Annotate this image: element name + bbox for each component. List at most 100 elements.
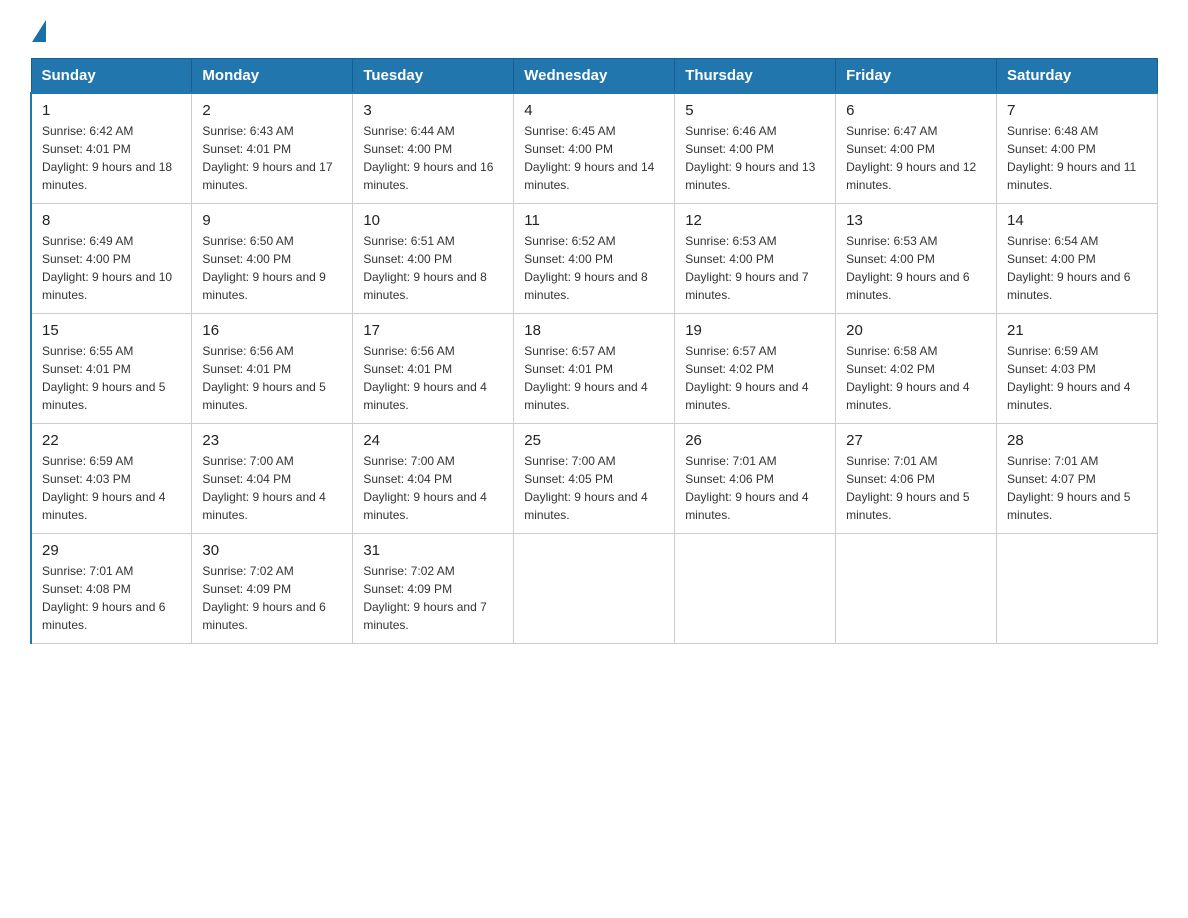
calendar-cell: 6Sunrise: 6:47 AMSunset: 4:00 PMDaylight… (836, 93, 997, 203)
calendar-cell: 3 Sunrise: 6:44 AMSunset: 4:00 PMDaylight… (353, 93, 514, 203)
day-number: 28 (1007, 432, 1147, 449)
day-number: 4 (524, 102, 664, 119)
day-info: Sunrise: 6:51 AMSunset: 4:00 PMDaylight:… (363, 232, 503, 304)
day-info: Sunrise: 6:44 AMSunset: 4:00 PMDaylight:… (363, 122, 503, 194)
day-info: Sunrise: 6:45 AMSunset: 4:00 PMDaylight:… (524, 122, 664, 194)
day-number: 1 (42, 102, 181, 119)
day-number: 15 (42, 322, 181, 339)
day-info: Sunrise: 7:02 AMSunset: 4:09 PMDaylight:… (202, 562, 342, 634)
calendar-cell: 31 Sunrise: 7:02 AMSunset: 4:09 PMDayligh… (353, 533, 514, 643)
day-number: 29 (42, 542, 181, 559)
calendar-cell: 17 Sunrise: 6:56 AMSunset: 4:01 PMDayligh… (353, 313, 514, 423)
day-header-friday: Friday (836, 59, 997, 94)
calendar-cell (836, 533, 997, 643)
day-info: Sunrise: 6:47 AMSunset: 4:00 PMDaylight:… (846, 122, 986, 194)
calendar-cell: 16Sunrise: 6:56 AMSunset: 4:01 PMDayligh… (192, 313, 353, 423)
calendar-cell: 30 Sunrise: 7:02 AMSunset: 4:09 PMDayligh… (192, 533, 353, 643)
day-number: 12 (685, 212, 825, 229)
day-number: 25 (524, 432, 664, 449)
day-number: 3 (363, 102, 503, 119)
day-number: 17 (363, 322, 503, 339)
calendar-cell: 14 Sunrise: 6:54 AMSunset: 4:00 PMDayligh… (997, 203, 1158, 313)
day-info: Sunrise: 6:53 AMSunset: 4:00 PMDaylight:… (685, 232, 825, 304)
calendar-cell: 27 Sunrise: 7:01 AMSunset: 4:06 PMDayligh… (836, 423, 997, 533)
day-info: Sunrise: 7:02 AMSunset: 4:09 PMDaylight:… (363, 562, 503, 634)
day-number: 18 (524, 322, 664, 339)
day-info: Sunrise: 6:53 AMSunset: 4:00 PMDaylight:… (846, 232, 986, 304)
calendar-cell: 20 Sunrise: 6:58 AMSunset: 4:02 PMDayligh… (836, 313, 997, 423)
calendar-week-row: 1Sunrise: 6:42 AMSunset: 4:01 PMDaylight… (31, 93, 1158, 203)
day-number: 31 (363, 542, 503, 559)
calendar-cell: 18 Sunrise: 6:57 AMSunset: 4:01 PMDayligh… (514, 313, 675, 423)
day-info: Sunrise: 6:59 AMSunset: 4:03 PMDaylight:… (1007, 342, 1147, 414)
day-info: Sunrise: 6:57 AMSunset: 4:02 PMDaylight:… (685, 342, 825, 414)
calendar-cell: 5Sunrise: 6:46 AMSunset: 4:00 PMDaylight… (675, 93, 836, 203)
day-number: 24 (363, 432, 503, 449)
day-info: Sunrise: 7:00 AMSunset: 4:05 PMDaylight:… (524, 452, 664, 524)
day-number: 7 (1007, 102, 1147, 119)
calendar-cell: 22Sunrise: 6:59 AMSunset: 4:03 PMDayligh… (31, 423, 192, 533)
day-info: Sunrise: 6:56 AMSunset: 4:01 PMDaylight:… (363, 342, 503, 414)
calendar-cell: 9 Sunrise: 6:50 AMSunset: 4:00 PMDaylight… (192, 203, 353, 313)
calendar-cell: 24 Sunrise: 7:00 AMSunset: 4:04 PMDayligh… (353, 423, 514, 533)
calendar-week-row: 8Sunrise: 6:49 AMSunset: 4:00 PMDaylight… (31, 203, 1158, 313)
calendar-cell: 8Sunrise: 6:49 AMSunset: 4:00 PMDaylight… (31, 203, 192, 313)
calendar-cell: 2Sunrise: 6:43 AMSunset: 4:01 PMDaylight… (192, 93, 353, 203)
day-number: 5 (685, 102, 825, 119)
day-info: Sunrise: 7:01 AMSunset: 4:06 PMDaylight:… (685, 452, 825, 524)
calendar-week-row: 15Sunrise: 6:55 AMSunset: 4:01 PMDayligh… (31, 313, 1158, 423)
calendar-week-row: 29 Sunrise: 7:01 AMSunset: 4:08 PMDayligh… (31, 533, 1158, 643)
logo-text (30, 20, 48, 42)
day-info: Sunrise: 6:58 AMSunset: 4:02 PMDaylight:… (846, 342, 986, 414)
calendar-cell: 1Sunrise: 6:42 AMSunset: 4:01 PMDaylight… (31, 93, 192, 203)
calendar-cell: 10Sunrise: 6:51 AMSunset: 4:00 PMDayligh… (353, 203, 514, 313)
calendar-cell: 19 Sunrise: 6:57 AMSunset: 4:02 PMDayligh… (675, 313, 836, 423)
calendar-table: SundayMondayTuesdayWednesdayThursdayFrid… (30, 58, 1158, 644)
day-info: Sunrise: 6:54 AMSunset: 4:00 PMDaylight:… (1007, 232, 1147, 304)
logo-triangle-icon (32, 20, 46, 42)
calendar-week-row: 22Sunrise: 6:59 AMSunset: 4:03 PMDayligh… (31, 423, 1158, 533)
calendar-cell: 29 Sunrise: 7:01 AMSunset: 4:08 PMDayligh… (31, 533, 192, 643)
calendar-cell: 28 Sunrise: 7:01 AMSunset: 4:07 PMDayligh… (997, 423, 1158, 533)
calendar-cell: 25 Sunrise: 7:00 AMSunset: 4:05 PMDayligh… (514, 423, 675, 533)
day-number: 19 (685, 322, 825, 339)
day-number: 16 (202, 322, 342, 339)
calendar-header-row: SundayMondayTuesdayWednesdayThursdayFrid… (31, 59, 1158, 94)
day-header-tuesday: Tuesday (353, 59, 514, 94)
day-info: Sunrise: 7:00 AMSunset: 4:04 PMDaylight:… (202, 452, 342, 524)
day-info: Sunrise: 6:50 AMSunset: 4:00 PMDaylight:… (202, 232, 342, 304)
day-number: 23 (202, 432, 342, 449)
day-header-thursday: Thursday (675, 59, 836, 94)
day-number: 13 (846, 212, 986, 229)
day-number: 21 (1007, 322, 1147, 339)
day-info: Sunrise: 6:57 AMSunset: 4:01 PMDaylight:… (524, 342, 664, 414)
day-info: Sunrise: 6:59 AMSunset: 4:03 PMDaylight:… (42, 452, 181, 524)
day-info: Sunrise: 7:00 AMSunset: 4:04 PMDaylight:… (363, 452, 503, 524)
day-info: Sunrise: 7:01 AMSunset: 4:07 PMDaylight:… (1007, 452, 1147, 524)
calendar-cell: 11Sunrise: 6:52 AMSunset: 4:00 PMDayligh… (514, 203, 675, 313)
calendar-cell: 7 Sunrise: 6:48 AMSunset: 4:00 PMDaylight… (997, 93, 1158, 203)
calendar-cell (675, 533, 836, 643)
day-number: 14 (1007, 212, 1147, 229)
logo (30, 20, 48, 38)
day-info: Sunrise: 7:01 AMSunset: 4:06 PMDaylight:… (846, 452, 986, 524)
calendar-cell: 4 Sunrise: 6:45 AMSunset: 4:00 PMDaylight… (514, 93, 675, 203)
day-number: 9 (202, 212, 342, 229)
day-info: Sunrise: 6:52 AMSunset: 4:00 PMDaylight:… (524, 232, 664, 304)
day-header-wednesday: Wednesday (514, 59, 675, 94)
day-number: 27 (846, 432, 986, 449)
day-number: 26 (685, 432, 825, 449)
calendar-cell: 12 Sunrise: 6:53 AMSunset: 4:00 PMDayligh… (675, 203, 836, 313)
day-number: 30 (202, 542, 342, 559)
day-info: Sunrise: 7:01 AMSunset: 4:08 PMDaylight:… (42, 562, 181, 634)
day-number: 20 (846, 322, 986, 339)
page-header (30, 20, 1158, 38)
calendar-cell: 23 Sunrise: 7:00 AMSunset: 4:04 PMDayligh… (192, 423, 353, 533)
calendar-cell (514, 533, 675, 643)
day-info: Sunrise: 6:48 AMSunset: 4:00 PMDaylight:… (1007, 122, 1147, 194)
calendar-cell (997, 533, 1158, 643)
calendar-cell: 26 Sunrise: 7:01 AMSunset: 4:06 PMDayligh… (675, 423, 836, 533)
day-info: Sunrise: 6:49 AMSunset: 4:00 PMDaylight:… (42, 232, 181, 304)
day-header-sunday: Sunday (31, 59, 192, 94)
day-header-monday: Monday (192, 59, 353, 94)
